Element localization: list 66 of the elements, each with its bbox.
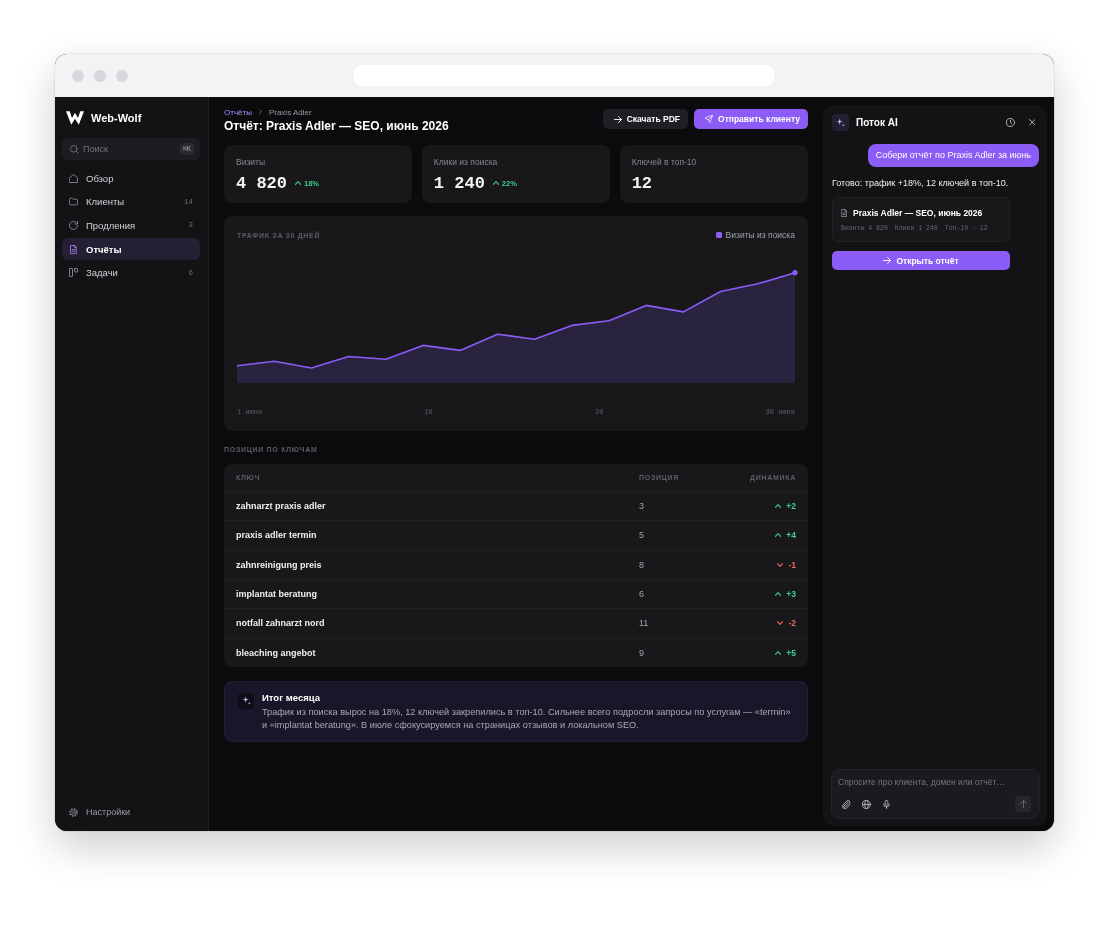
keyword-cell: implantat beratung [236,589,317,600]
close-icon[interactable] [1028,119,1035,126]
keyword-cell: praxis adler termin [236,530,317,541]
assistant-message: Готово: трафик +18%, 12 ключей в топ-10. [832,177,1010,189]
summary-text: Трафик из поиска вырос на 18%, 12 ключей закрепились в топ-10. Сильнее всего подросли запросы по услугам — «termin» и «implantat beratung». В июле сфокусируемся на страницах отзывов и локальном SEO. [262,705,792,732]
position-cell: 6 [639,589,644,600]
home-icon [69,173,78,183]
stat-label: Клики из поиска [433,157,499,167]
change-value: -1 [788,559,796,570]
stat-label: Ключей в топ-10 [631,157,698,167]
arrow-right-icon [613,115,622,123]
end-point-marker-icon [792,270,798,276]
open-report-button[interactable]: Открыть отчёт [832,251,1010,270]
document-icon [841,208,847,217]
nav-item[interactable]: Отчёты [62,238,200,261]
position-cell: 9 [639,647,644,658]
position-cell: 5 [639,530,644,541]
download-button[interactable]: Скачать PDF [602,109,688,129]
logo-icon [66,111,84,125]
arrow-right-icon [883,257,892,264]
stat-value: 4 820 [236,173,287,193]
legend-swatch-icon [715,232,722,238]
arrow-up-icon [1019,800,1027,808]
change-value: +3 [786,589,796,600]
summary-title: Итог месяца [262,690,321,704]
panel-title: Поток AI [856,117,899,128]
change-value: +4 [786,530,796,541]
change-value: +5 [786,647,796,658]
position-cell: 8 [639,559,644,570]
chevron-right-icon [258,109,262,115]
change-value: -2 [788,618,796,629]
stat-value: 12 [631,173,653,193]
keyword-cell: notfall zahnarzt nord [236,618,325,629]
send-to-client-button[interactable]: Отправить клиенту [694,109,808,129]
sparkle-icon [238,692,254,709]
stat-value: 1 240 [433,173,485,193]
position-cell: 3 [639,501,644,512]
attachment-title: Praxis Adler — SEO, июнь 2026 [853,207,983,218]
folder-icon [69,197,78,207]
position-cell: 11 [639,618,649,629]
globe-icon[interactable] [862,799,871,809]
paper-plane-icon [705,115,713,123]
board-icon [69,268,78,278]
nav-item[interactable]: Обзор [62,167,200,189]
keyword-cell: bleaching angebot [236,647,316,658]
settings-button[interactable]: Настройки [62,801,200,823]
settings-icon [69,807,78,817]
page-title: Отчёт: Praxis Adler — SEO, июнь 2026 [224,118,449,134]
change-value: +2 [786,501,796,512]
send-button[interactable] [1015,796,1031,812]
breadcrumb-link[interactable]: Отчёты [224,107,252,117]
microphone-icon[interactable] [882,799,891,809]
document-icon [69,244,78,254]
keyword-cell: zahnreinigung preis [236,559,322,570]
user-message: Собери отчёт по Praxis Adler за июнь [867,144,1039,167]
stat-label: Визиты [236,157,267,167]
keyword-cell: zahnarzt praxis adler [236,501,326,512]
paperclip-icon[interactable] [842,799,851,809]
legend-label: Визиты из поиска [725,230,795,240]
message-input[interactable]: Спросите про клиента, домен или отчёт… [838,776,1031,787]
breadcrumb-current: Praxis Adler [268,107,312,117]
clock-icon[interactable] [1005,118,1015,127]
search-icon [70,144,79,154]
sparkle-icon [832,114,849,131]
refresh-icon [69,220,78,230]
brand-name: Web-Wolf [91,112,142,124]
